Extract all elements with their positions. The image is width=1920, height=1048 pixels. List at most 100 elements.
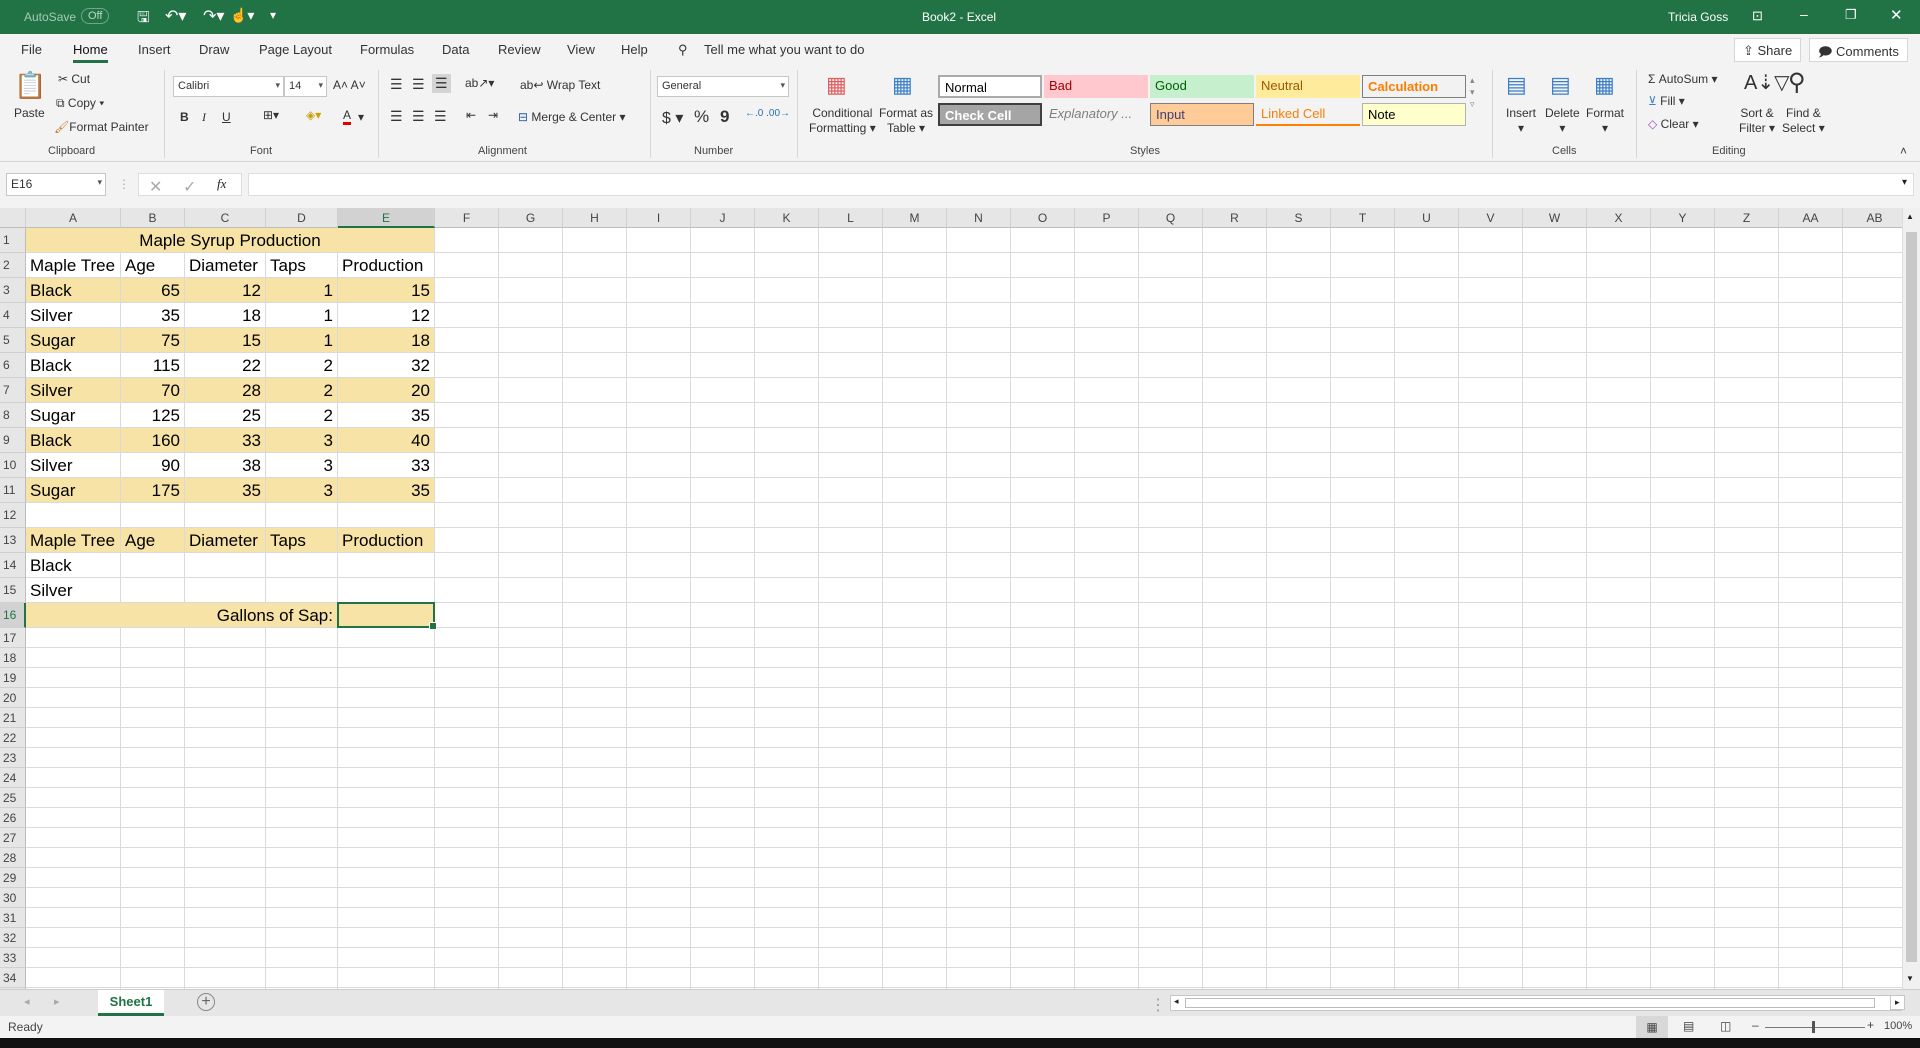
cell-N7[interactable] (947, 378, 1011, 403)
cell-K11[interactable] (755, 478, 819, 503)
cell-X24[interactable] (1587, 768, 1651, 788)
cell-R10[interactable] (1203, 453, 1267, 478)
cell-U4[interactable] (1395, 303, 1459, 328)
cell-X22[interactable] (1587, 728, 1651, 748)
cell-I24[interactable] (627, 768, 691, 788)
cell-O15[interactable] (1011, 578, 1075, 603)
cell-E20[interactable] (338, 688, 435, 708)
cell-O32[interactable] (1011, 928, 1075, 948)
cell-D11[interactable]: 3 (266, 478, 338, 503)
cell-D23[interactable] (266, 748, 338, 768)
cell-L30[interactable] (819, 888, 883, 908)
cell-S18[interactable] (1267, 648, 1331, 668)
cell-B24[interactable] (121, 768, 185, 788)
cell-R8[interactable] (1203, 403, 1267, 428)
row-header-11[interactable]: 11 (0, 478, 26, 503)
cell-Z10[interactable] (1715, 453, 1779, 478)
cell-G21[interactable] (499, 708, 563, 728)
cell-T11[interactable] (1331, 478, 1395, 503)
cell-X11[interactable] (1587, 478, 1651, 503)
cell-J29[interactable] (691, 868, 755, 888)
cell-N26[interactable] (947, 808, 1011, 828)
cell-D28[interactable] (266, 848, 338, 868)
cell-D10[interactable]: 3 (266, 453, 338, 478)
cell-AB30[interactable] (1843, 888, 1902, 908)
cell-Q33[interactable] (1139, 948, 1203, 968)
cell-W27[interactable] (1523, 828, 1587, 848)
cell-I1[interactable] (627, 228, 691, 253)
cell-AA22[interactable] (1779, 728, 1843, 748)
cell-X30[interactable] (1587, 888, 1651, 908)
cell-Q26[interactable] (1139, 808, 1203, 828)
cell-B13[interactable]: Age (121, 528, 185, 553)
redo-icon[interactable]: ↷▾ (203, 6, 224, 26)
cell-A29[interactable] (26, 868, 121, 888)
cell-G14[interactable] (499, 553, 563, 578)
column-header-O[interactable]: O (1011, 208, 1075, 228)
cell-A7[interactable]: Silver (26, 378, 121, 403)
cell-J4[interactable] (691, 303, 755, 328)
format-as-table-button[interactable]: Format as Table ▾ (879, 106, 933, 136)
cell-H30[interactable] (563, 888, 627, 908)
cell-Q13[interactable] (1139, 528, 1203, 553)
cell-S15[interactable] (1267, 578, 1331, 603)
cell-I12[interactable] (627, 503, 691, 528)
cell-L14[interactable] (819, 553, 883, 578)
cell-L13[interactable] (819, 528, 883, 553)
cell-P13[interactable] (1075, 528, 1139, 553)
cell-B28[interactable] (121, 848, 185, 868)
insert-cells-button[interactable]: Insert ▾ (1506, 106, 1536, 136)
cell-AA12[interactable] (1779, 503, 1843, 528)
cell-O6[interactable] (1011, 353, 1075, 378)
cell-F33[interactable] (435, 948, 499, 968)
row-header-17[interactable]: 17 (0, 628, 26, 648)
cell-U33[interactable] (1395, 948, 1459, 968)
cell-H9[interactable] (563, 428, 627, 453)
cell-AA19[interactable] (1779, 668, 1843, 688)
cell-L19[interactable] (819, 668, 883, 688)
cell-R22[interactable] (1203, 728, 1267, 748)
cell-V7[interactable] (1459, 378, 1523, 403)
cell-K6[interactable] (755, 353, 819, 378)
cell-K20[interactable] (755, 688, 819, 708)
cell-J26[interactable] (691, 808, 755, 828)
cell-D25[interactable] (266, 788, 338, 808)
cell-O14[interactable] (1011, 553, 1075, 578)
cell-J33[interactable] (691, 948, 755, 968)
cell-Z3[interactable] (1715, 278, 1779, 303)
cell-Z1[interactable] (1715, 228, 1779, 253)
cell-U10[interactable] (1395, 453, 1459, 478)
cell-H32[interactable] (563, 928, 627, 948)
cell-K24[interactable] (755, 768, 819, 788)
align-bottom-icon[interactable]: ☰ (432, 74, 451, 93)
cell-U21[interactable] (1395, 708, 1459, 728)
cell-E8[interactable]: 35 (338, 403, 435, 428)
cell-S33[interactable] (1267, 948, 1331, 968)
cell-K16[interactable] (755, 603, 819, 628)
cell-P31[interactable] (1075, 908, 1139, 928)
cell-A28[interactable] (26, 848, 121, 868)
cell-C9[interactable]: 33 (185, 428, 266, 453)
cell-J8[interactable] (691, 403, 755, 428)
cell-K2[interactable] (755, 253, 819, 278)
fill-button[interactable]: ⊻ Fill ▾ (1648, 94, 1685, 108)
cell-W23[interactable] (1523, 748, 1587, 768)
cell-K33[interactable] (755, 948, 819, 968)
cell-P24[interactable] (1075, 768, 1139, 788)
column-header-G[interactable]: G (499, 208, 563, 228)
comma-button[interactable]: 9 (720, 107, 729, 127)
cell-M34[interactable] (883, 968, 947, 988)
cell-M15[interactable] (883, 578, 947, 603)
cell-O17[interactable] (1011, 628, 1075, 648)
close-icon[interactable]: ✕ (1890, 6, 1903, 24)
cell-M11[interactable] (883, 478, 947, 503)
cell-U29[interactable] (1395, 868, 1459, 888)
cell-N10[interactable] (947, 453, 1011, 478)
cell-I6[interactable] (627, 353, 691, 378)
cell-AB8[interactable] (1843, 403, 1902, 428)
column-header-Y[interactable]: Y (1651, 208, 1715, 228)
cell-R7[interactable] (1203, 378, 1267, 403)
cell-U26[interactable] (1395, 808, 1459, 828)
zoom-slider[interactable] (1765, 1027, 1865, 1028)
cell-W9[interactable] (1523, 428, 1587, 453)
